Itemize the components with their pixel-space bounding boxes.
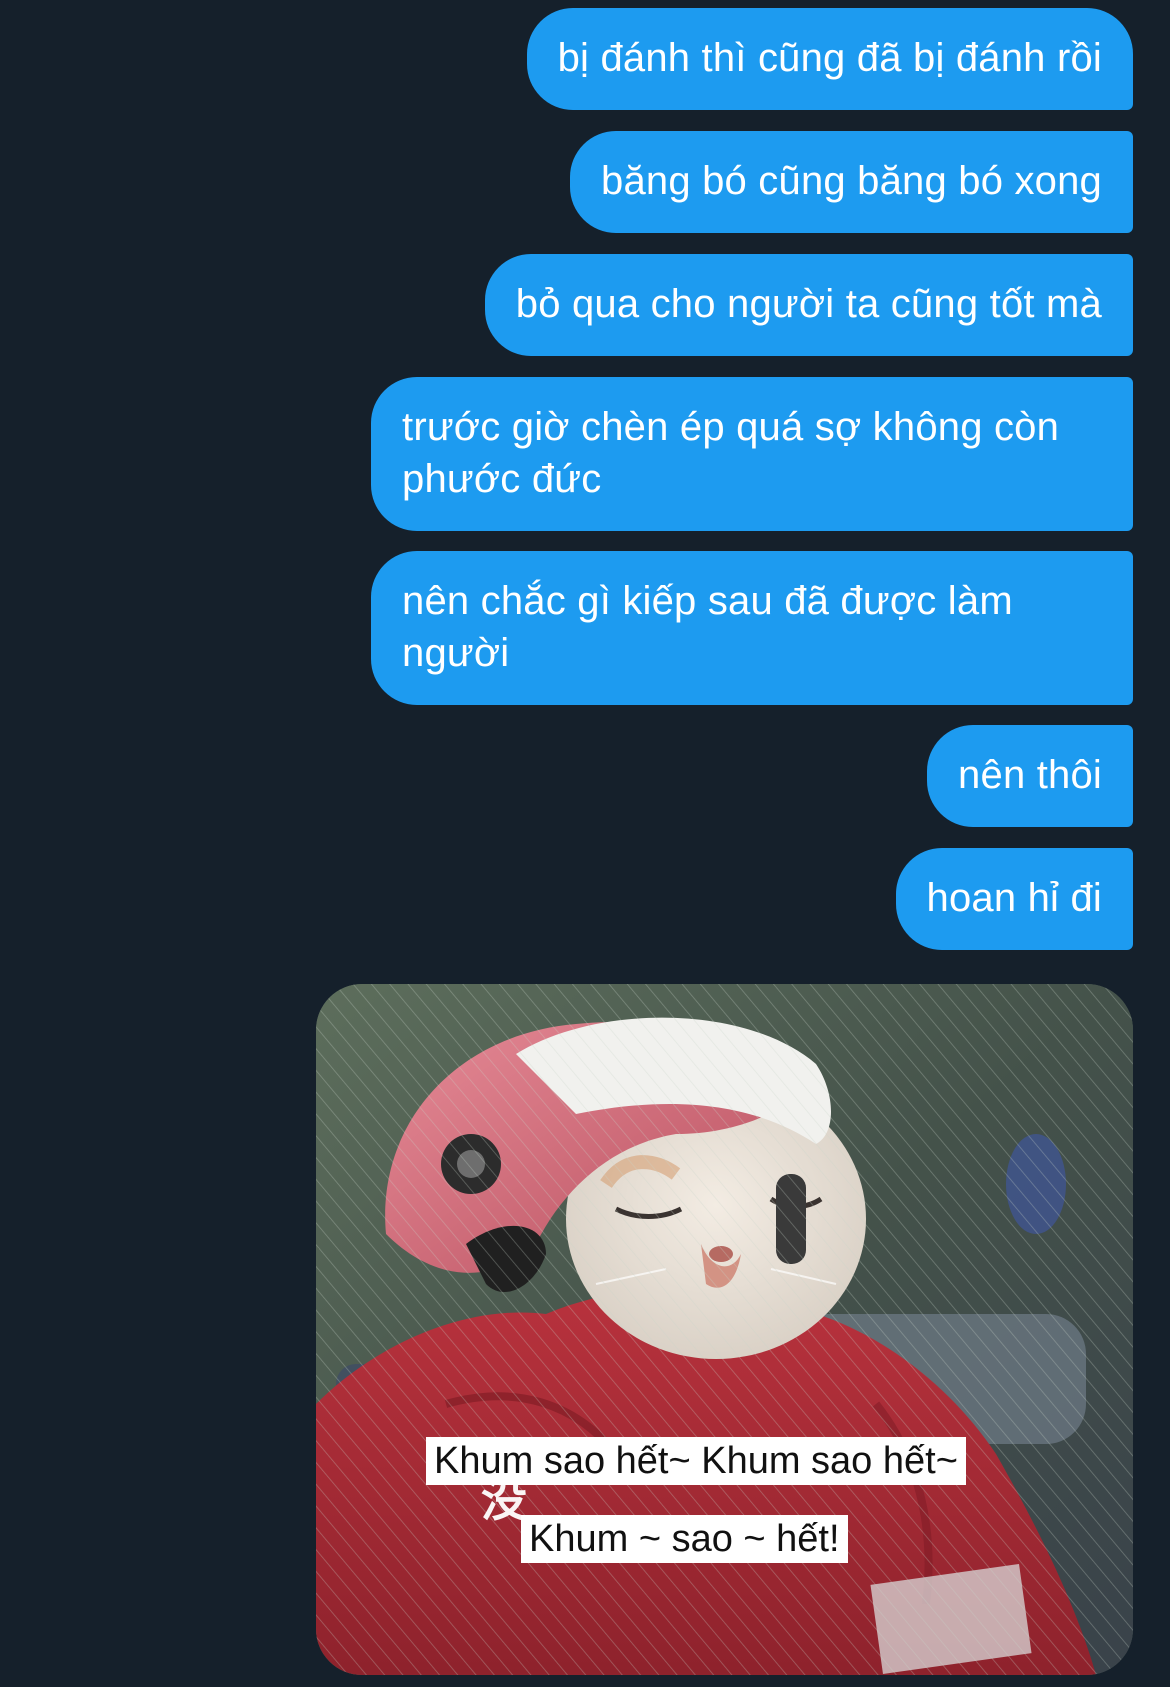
message-bubble[interactable]: hoan hỉ đi: [895, 848, 1133, 950]
dm-thread: bị đánh thì cũng đã bị đánh rồi băng bó …: [0, 0, 1170, 1687]
message-bubble[interactable]: bỏ qua cho người ta cũng tốt mà: [484, 254, 1133, 356]
message-bubble[interactable]: bị đánh thì cũng đã bị đánh rồi: [526, 8, 1133, 110]
meme-image-message[interactable]: 没 Khum sao hết~ Khum sao hết~ Khum ~ sao…: [316, 984, 1133, 1675]
message-bubble[interactable]: trước giờ chèn ép quá sợ không còn phước…: [371, 377, 1133, 531]
message-bubble[interactable]: nên chắc gì kiếp sau đã được làm người: [371, 551, 1133, 705]
cat-helmet-meme-image: [316, 984, 1133, 1675]
meme-caption-line2: Khum ~ sao ~ hết!: [521, 1515, 848, 1563]
meme-caption-line1: Khum sao hết~ Khum sao hết~: [426, 1437, 966, 1485]
message-bubble[interactable]: nên thôi: [927, 725, 1133, 827]
message-bubble[interactable]: băng bó cũng băng bó xong: [570, 131, 1133, 233]
